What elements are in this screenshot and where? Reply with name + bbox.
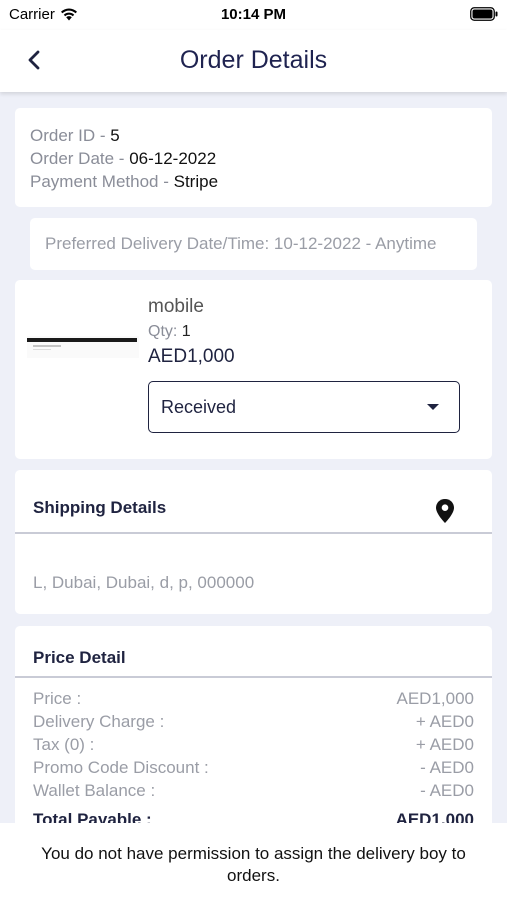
product-name: mobile xyxy=(148,296,204,317)
promo-discount-row: Promo Code Discount : - AED0 xyxy=(33,758,474,781)
qty-label: Qty: xyxy=(148,323,178,340)
tax-value: + AED0 xyxy=(415,735,474,754)
wallet-balance-row: Wallet Balance : - AED0 xyxy=(33,781,474,804)
order-id-line: Order ID - 5 xyxy=(30,124,218,147)
battery-icon xyxy=(470,7,498,21)
tax-label: Tax (0) : xyxy=(33,735,95,754)
delivery-charge-value: + AED0 xyxy=(415,712,474,731)
status-bar: Carrier 10:14 PM xyxy=(0,0,507,30)
order-info-card: Order ID - 5 Order Date - 06-12-2022 Pay… xyxy=(15,108,492,207)
product-price: AED1,000 xyxy=(148,346,235,367)
product-thumbnail xyxy=(27,336,139,358)
order-status-selected: Received xyxy=(161,397,237,417)
caret-down-icon xyxy=(427,404,439,410)
status-time: 10:14 PM xyxy=(220,6,287,23)
order-id-value: 5 xyxy=(110,126,120,145)
order-date-label: Order Date - xyxy=(30,149,130,168)
price-row-value: AED1,000 xyxy=(396,689,475,708)
price-detail-card: Price Detail Price : AED1,000 Delivery C… xyxy=(15,626,492,846)
shipping-divider xyxy=(15,532,492,534)
payment-method-value: Stripe xyxy=(173,172,219,191)
qty-value: 1 xyxy=(181,323,191,340)
map-pin-icon[interactable] xyxy=(435,498,455,524)
payment-method-label: Payment Method - xyxy=(30,172,174,191)
order-id-label: Order ID - xyxy=(30,126,111,145)
wallet-balance-value: - AED0 xyxy=(420,781,474,800)
order-date-line: Order Date - 06-12-2022 xyxy=(30,147,218,170)
price-detail-title: Price Detail xyxy=(33,648,126,667)
preferred-delivery-card: Preferred Delivery Date/Time: 10-12-2022… xyxy=(30,218,477,270)
price-row-label: Price : xyxy=(33,689,82,708)
shipping-address: L, Dubai, Dubai, d, p, 000000 xyxy=(33,573,255,592)
promo-discount-value: - AED0 xyxy=(420,758,474,777)
shipping-title: Shipping Details xyxy=(33,498,167,517)
product-qty: Qty: 1 xyxy=(148,323,191,341)
permission-toast: You do not have permission to assign the… xyxy=(0,823,507,900)
product-card: mobile Qty: 1 AED1,000 Received xyxy=(15,280,492,459)
payment-method-line: Payment Method - Stripe xyxy=(30,170,218,193)
promo-discount-label: Promo Code Discount : xyxy=(33,758,209,777)
order-status-dropdown[interactable]: Received xyxy=(148,381,460,433)
nav-bar: Order Details xyxy=(0,30,507,92)
price-detail-divider xyxy=(15,676,492,678)
page-title: Order Details xyxy=(179,46,328,74)
tax-row: Tax (0) : + AED0 xyxy=(33,735,474,758)
delivery-charge-row: Delivery Charge : + AED0 xyxy=(33,712,474,735)
shipping-card: Shipping Details L, Dubai, Dubai, d, p, … xyxy=(15,470,492,614)
order-date-value: 06-12-2022 xyxy=(129,149,217,168)
wallet-balance-label: Wallet Balance : xyxy=(33,781,156,800)
preferred-delivery-text: Preferred Delivery Date/Time: 10-12-2022… xyxy=(45,234,437,253)
toast-message: You do not have permission to assign the… xyxy=(41,844,466,885)
delivery-charge-label: Delivery Charge : xyxy=(33,712,165,731)
price-row: Price : AED1,000 xyxy=(33,689,474,712)
